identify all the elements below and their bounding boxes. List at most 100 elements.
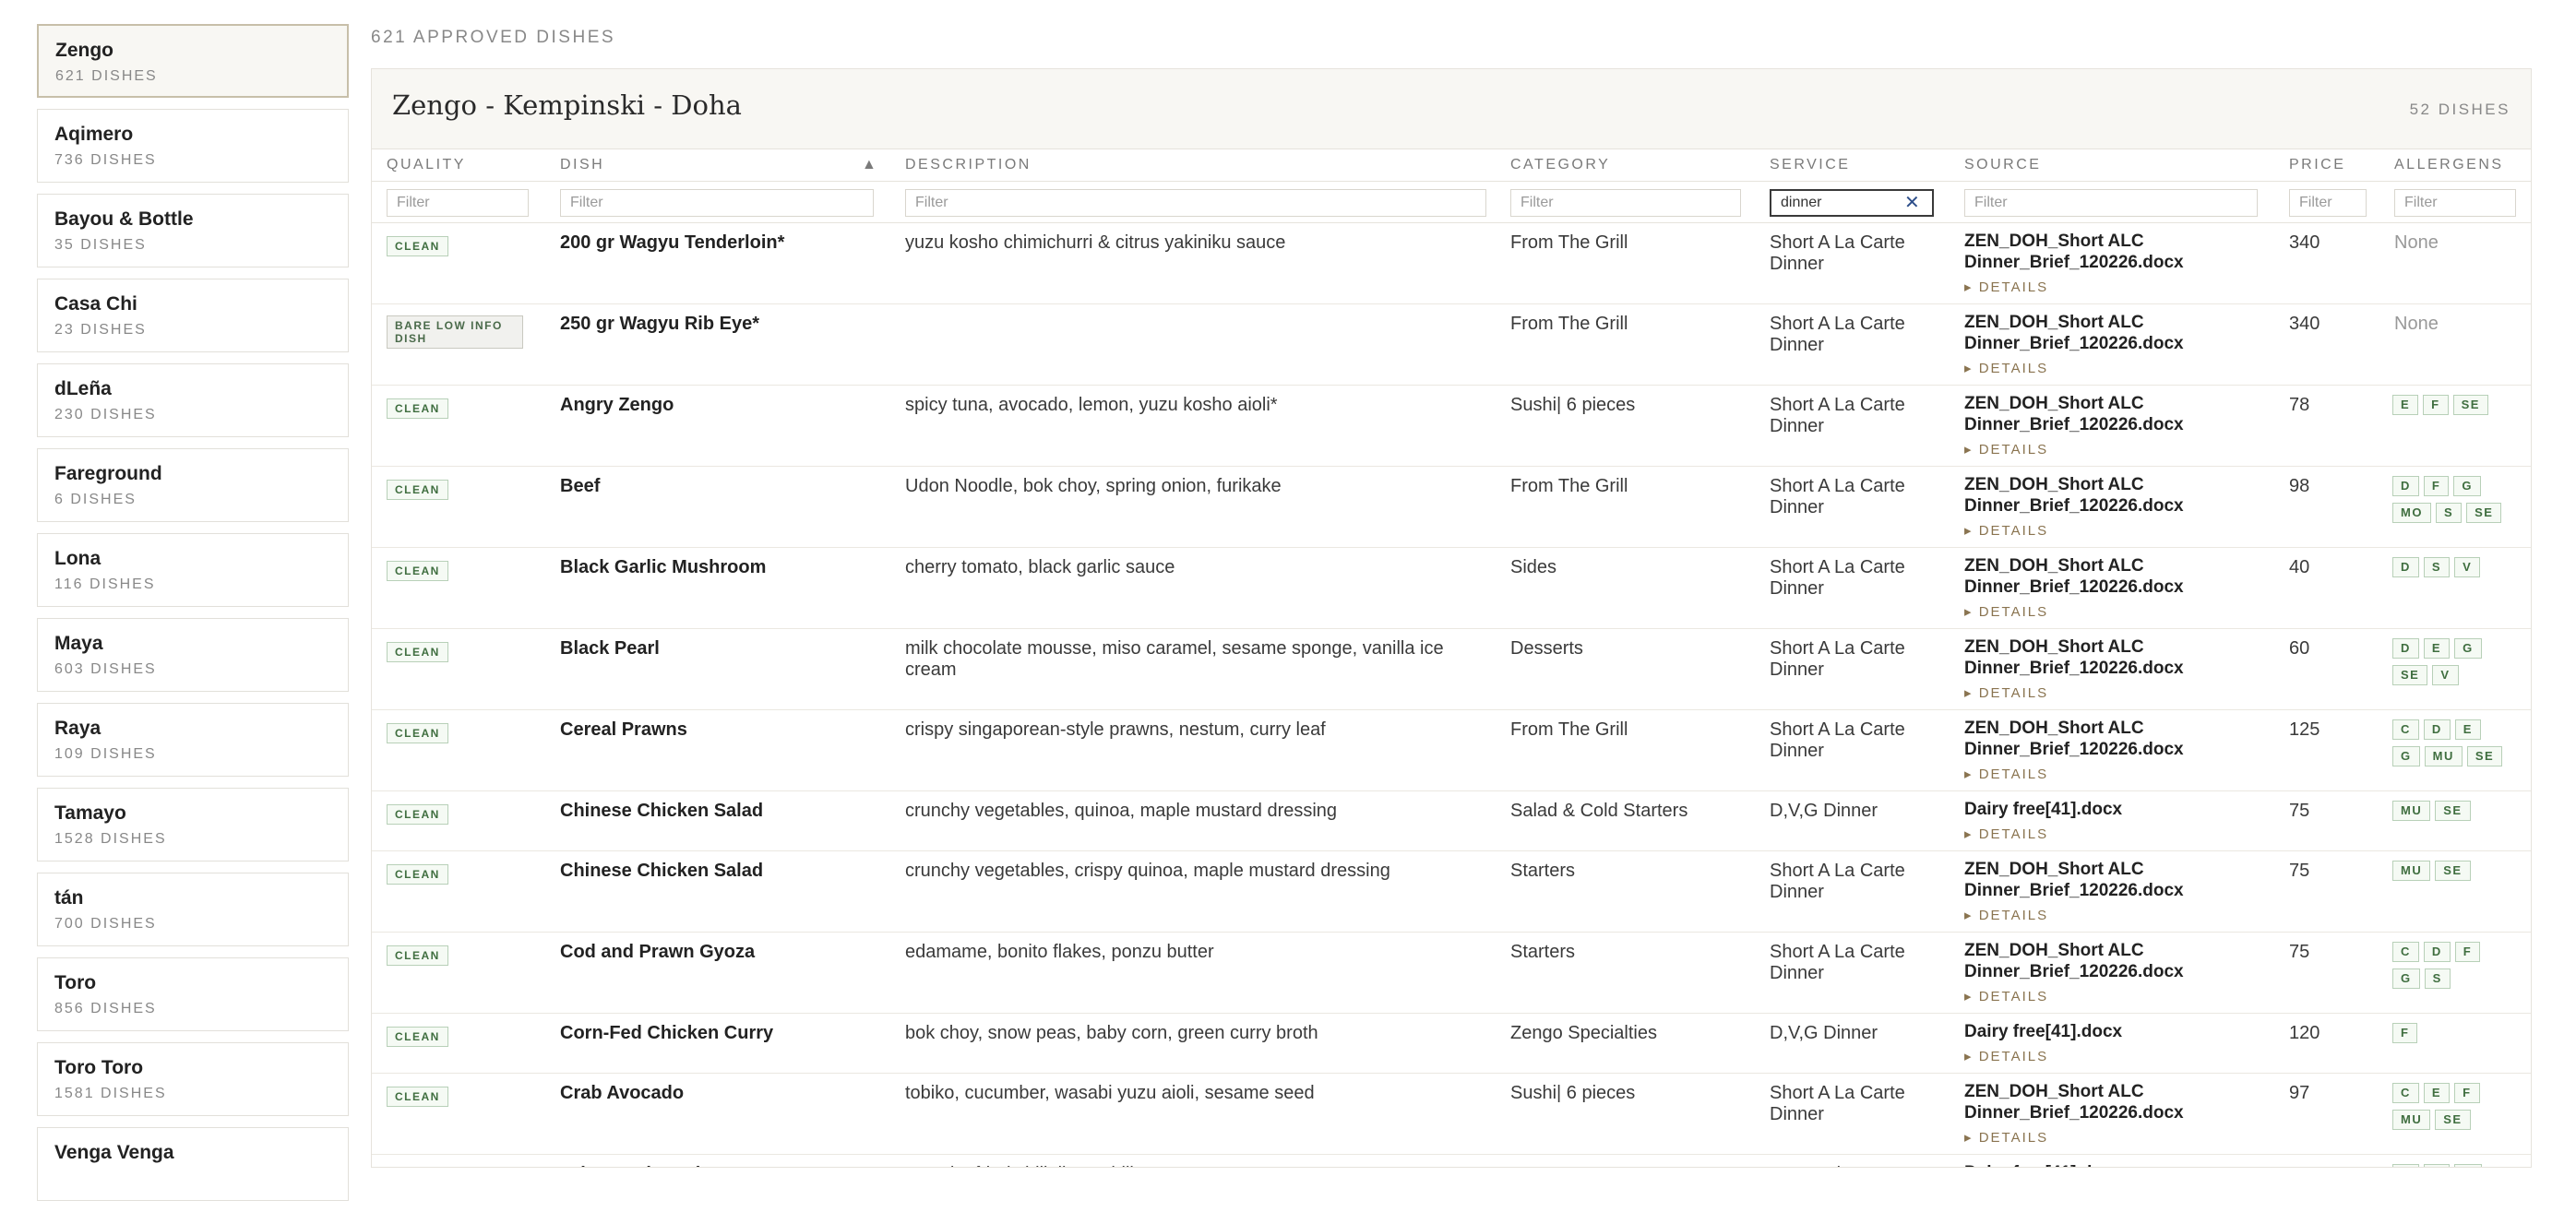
- table-row[interactable]: BARE LOW INFO DISH 250 gr Wagyu Rib Eye* F…: [372, 304, 2531, 386]
- allergen-badge: G: [2453, 476, 2481, 496]
- restaurant-card[interactable]: Casa Chi 23 DISHES: [37, 279, 349, 352]
- dish-source: Dairy free[41].docx ▸ DETAILS: [1964, 799, 2269, 845]
- dish-source: ZEN_DOH_Short ALC Dinner_Brief_120226.do…: [1964, 474, 2269, 541]
- details-label: DETAILS: [1978, 685, 2049, 701]
- details-label: DETAILS: [1978, 1049, 2049, 1064]
- restaurant-card[interactable]: tán 700 DISHES: [37, 873, 349, 946]
- expand-arrow-icon: ▸: [1964, 442, 1979, 457]
- allergen-badge: S: [2424, 968, 2451, 989]
- clear-filter-icon[interactable]: ✕: [1904, 191, 1920, 214]
- dish-service: Short A La Carte Dinner: [1770, 942, 1905, 983]
- approved-dishes-count: 621 APPROVED DISHES: [371, 28, 616, 47]
- col-category[interactable]: CATEGORY: [1510, 157, 1610, 173]
- table-row[interactable]: CLEAN Chinese Chicken Salad crunchy vegeta…: [372, 791, 2531, 851]
- allergen-badge: C: [2392, 719, 2419, 740]
- restaurant-card[interactable]: Tamayo 1528 DISHES: [37, 788, 349, 861]
- restaurant-dish-count: 35 DISHES: [54, 237, 147, 253]
- filter-price[interactable]: [2289, 189, 2367, 217]
- dish-source: ZEN_DOH_Short ALC Dinner_Brief_120226.do…: [1964, 555, 2269, 623]
- details-toggle[interactable]: ▸ DETAILS: [1964, 905, 2269, 926]
- table-row[interactable]: CLEAN 200 gr Wagyu Tenderloin* yuzu kosho …: [372, 223, 2531, 304]
- restaurant-card[interactable]: dLeña 230 DISHES: [37, 363, 349, 437]
- table-row[interactable]: CLEAN Angry Zengo spicy tuna, avocado, lem…: [372, 386, 2531, 467]
- restaurant-card[interactable]: Toro Toro 1581 DISHES: [37, 1042, 349, 1116]
- dish-service: Short A La Carte Dinner: [1770, 1083, 1905, 1124]
- dish-category: Starters: [1510, 942, 1576, 962]
- col-price[interactable]: PRICE: [2289, 157, 2345, 173]
- allergen-badge: V: [2454, 557, 2481, 577]
- allergens-none: None: [2394, 314, 2439, 334]
- allergen-badge: F: [2423, 395, 2449, 415]
- dishes-panel: Zengo - Kempinski - Doha 52 DISHES QUALI…: [371, 68, 2532, 1168]
- filter-source[interactable]: [1964, 189, 2258, 217]
- allergen-badge: E: [2392, 395, 2419, 415]
- quality-badge: CLEAN: [387, 236, 448, 256]
- restaurant-card[interactable]: Aqimero 736 DISHES: [37, 109, 349, 183]
- dish-price: 78: [2289, 395, 2310, 415]
- restaurant-card[interactable]: Venga Venga: [37, 1127, 349, 1201]
- details-toggle[interactable]: ▸ DETAILS: [1964, 277, 2269, 298]
- dish-name: Chinese Chicken Salad: [560, 861, 764, 881]
- details-toggle[interactable]: ▸ DETAILS: [1964, 683, 2269, 704]
- col-dish[interactable]: DISH: [560, 157, 604, 173]
- dish-service: Short A La Carte Dinner: [1770, 314, 1905, 355]
- details-toggle[interactable]: ▸ DETAILS: [1964, 764, 2269, 785]
- quality-badge: CLEAN: [387, 945, 448, 966]
- filter-category[interactable]: [1510, 189, 1741, 217]
- filter-allergens[interactable]: [2394, 189, 2516, 217]
- restaurant-name: Toro: [54, 972, 97, 993]
- allergen-list: C D E G MU SE: [2392, 719, 2522, 773]
- details-label: DETAILS: [1978, 523, 2049, 539]
- allergen-badge: C: [2392, 942, 2419, 962]
- dish-description: crunchy fried chili, lime, chili mayo: [905, 1164, 1496, 1167]
- allergen-badge: SE: [2452, 395, 2488, 415]
- details-toggle[interactable]: ▸ DETAILS: [1964, 986, 2269, 1007]
- dish-description: yuzu kosho chimichurri & citrus yakiniku…: [905, 232, 1286, 253]
- table-row[interactable]: CLEAN Black Garlic Mushroom cherry tomato,…: [372, 548, 2531, 629]
- details-toggle[interactable]: ▸ DETAILS: [1964, 1046, 2269, 1067]
- sort-ascending-icon[interactable]: ▲: [862, 157, 878, 173]
- details-toggle[interactable]: ▸ DETAILS: [1964, 439, 2269, 460]
- dish-service: Short A La Carte Dinner: [1770, 638, 1905, 680]
- restaurant-card[interactable]: Lona 116 DISHES: [37, 533, 349, 607]
- details-toggle[interactable]: ▸ DETAILS: [1964, 601, 2269, 623]
- dish-name: Chinese Chicken Salad: [560, 801, 764, 821]
- allergen-badge: MU: [2392, 801, 2431, 821]
- table-row[interactable]: CLEAN Beef Udon Noodle, bok choy, spring o…: [372, 467, 2531, 548]
- allergen-list: C E F MU SE: [2392, 1083, 2522, 1136]
- filter-dish[interactable]: [560, 189, 874, 217]
- dish-table-body: CLEAN 200 gr Wagyu Tenderloin* yuzu kosho …: [372, 223, 2531, 1167]
- details-toggle[interactable]: ▸ DETAILS: [1964, 1127, 2269, 1148]
- allergen-list: MU SE: [2392, 861, 2522, 887]
- table-row[interactable]: CLEAN Cod and Prawn Gyoza edamame, bonito …: [372, 933, 2531, 1014]
- filter-row: ✕: [372, 182, 2531, 223]
- allergen-list: CDF GS: [2392, 942, 2522, 995]
- col-allergens[interactable]: ALLERGENS: [2394, 157, 2504, 173]
- col-source[interactable]: SOURCE: [1964, 157, 2041, 173]
- details-toggle[interactable]: ▸ DETAILS: [1964, 358, 2269, 379]
- col-quality[interactable]: QUALITY: [387, 157, 466, 173]
- dish-description: Udon Noodle, bok choy, spring onion, fur…: [905, 476, 1282, 496]
- restaurant-card[interactable]: Maya 603 DISHES: [37, 618, 349, 692]
- details-label: DETAILS: [1978, 361, 2049, 376]
- table-row[interactable]: CLEAN Cereal Prawns crispy singaporean-sty…: [372, 710, 2531, 791]
- table-row[interactable]: CLEAN Chinese Chicken Salad crunchy vegeta…: [372, 851, 2531, 933]
- filter-quality[interactable]: [387, 189, 529, 217]
- details-toggle[interactable]: ▸ DETAILS: [1964, 824, 2269, 845]
- filter-description[interactable]: [905, 189, 1486, 217]
- restaurant-card[interactable]: Fareground 6 DISHES: [37, 448, 349, 522]
- col-service[interactable]: SERVICE: [1770, 157, 1850, 173]
- table-row[interactable]: CLEAN Corn-Fed Chicken Curry bok choy, sno…: [372, 1014, 2531, 1074]
- restaurant-card[interactable]: Raya 109 DISHES: [37, 703, 349, 777]
- details-label: DETAILS: [1978, 1130, 2049, 1146]
- details-toggle[interactable]: ▸ DETAILS: [1964, 520, 2269, 541]
- restaurant-card[interactable]: Zengo 621 DISHES: [37, 24, 349, 98]
- col-description[interactable]: DESCRIPTION: [905, 157, 1032, 173]
- restaurant-card[interactable]: Toro 856 DISHES: [37, 957, 349, 1031]
- dish-source: ZEN_DOH_Short ALC Dinner_Brief_120226.do…: [1964, 393, 2269, 460]
- dish-description: bok choy, snow peas, baby corn, green cu…: [905, 1023, 1318, 1043]
- table-row[interactable]: CLEANCrispy Calamaricrunchy fried chili,…: [372, 1155, 2531, 1167]
- table-row[interactable]: CLEAN Black Pearl milk chocolate mousse, m…: [372, 629, 2531, 710]
- restaurant-card[interactable]: Bayou & Bottle 35 DISHES: [37, 194, 349, 267]
- table-row[interactable]: CLEAN Crab Avocado tobiko, cucumber, wasab…: [372, 1074, 2531, 1155]
